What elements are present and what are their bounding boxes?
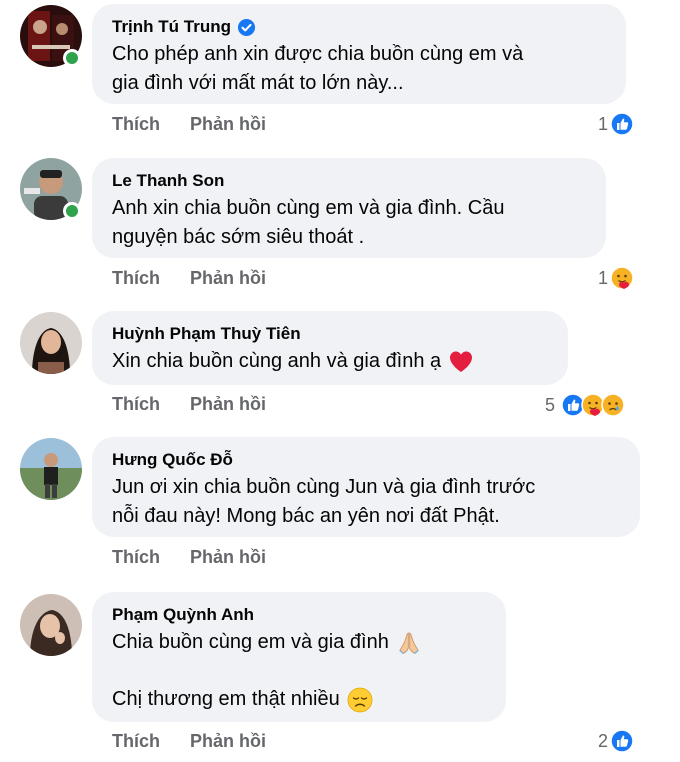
comment-actions: Thích Phản hồi <box>112 394 266 415</box>
comment-bubble: Hưng Quốc Đỗ Jun ơi xin chia buồn cùng J… <box>92 437 640 537</box>
comment-actions: Thích Phản hồi <box>112 114 266 135</box>
folded-hands-icon <box>395 629 423 657</box>
comment-text: Xin chia buồn cùng anh và gia đình ạ <box>112 347 548 376</box>
commenter-name[interactable]: Trịnh Tú Trung <box>112 16 231 38</box>
comment-bubble: Huỳnh Phạm Thuỳ Tiên Xin chia buồn cùng … <box>92 311 568 385</box>
comment-text: Jun ơi xin chia buồn cùng Jun và gia đìn… <box>112 476 536 527</box>
comment-actions: Thích Phản hồi <box>112 731 266 752</box>
reply-button[interactable]: Phản hồi <box>190 731 266 752</box>
reaction-count: 2 <box>598 730 609 751</box>
like-button[interactable]: Thích <box>112 731 160 752</box>
reaction-summary[interactable]: 2 <box>598 729 634 753</box>
verified-badge-icon <box>237 18 256 37</box>
reply-button[interactable]: Phản hồi <box>190 394 266 415</box>
reaction-count: 1 <box>598 267 609 288</box>
commenter-name[interactable]: Huỳnh Phạm Thuỳ Tiên <box>112 323 301 345</box>
reaction-summary[interactable]: 1 <box>598 112 634 136</box>
reaction-summary[interactable]: 1 <box>598 266 634 290</box>
reply-button[interactable]: Phản hồi <box>190 547 266 568</box>
commenter-name[interactable]: Le Thanh Son <box>112 170 224 192</box>
like-icon <box>610 112 634 136</box>
like-button[interactable]: Thích <box>112 114 160 135</box>
red-heart-icon <box>447 348 475 376</box>
reply-button[interactable]: Phản hồi <box>190 268 266 289</box>
comment-text: Cho phép anh xin được chia buồn cùng em … <box>112 43 524 94</box>
like-button[interactable]: Thích <box>112 547 160 568</box>
like-icon <box>610 729 634 753</box>
commenter-name[interactable]: Hưng Quốc Đỗ <box>112 449 233 471</box>
reaction-count: 1 <box>598 113 609 134</box>
reaction-summary[interactable]: 5 <box>545 393 625 417</box>
comment-actions: Thích Phản hồi <box>112 547 266 568</box>
commenter-name[interactable]: Phạm Quỳnh Anh <box>112 604 254 626</box>
comment-text: Anh xin chia buồn cùng em và gia đình. C… <box>112 197 505 248</box>
online-status-dot <box>63 49 81 67</box>
reply-button[interactable]: Phản hồi <box>190 114 266 135</box>
comment-bubble: Le Thanh Son Anh xin chia buồn cùng em v… <box>92 158 606 258</box>
sad-icon <box>601 393 625 417</box>
comment-bubble: Trịnh Tú Trung Cho phép anh xin được chi… <box>92 4 626 104</box>
online-status-dot <box>63 202 81 220</box>
care-icon <box>610 266 634 290</box>
comment-actions: Thích Phản hồi <box>112 268 266 289</box>
comment-text: Chia buồn cùng em và gia đình Chị thương… <box>112 628 486 714</box>
comment-bubble: Phạm Quỳnh Anh Chia buồn cùng em và gia … <box>92 592 506 722</box>
avatar[interactable] <box>20 438 82 500</box>
avatar[interactable] <box>20 594 82 656</box>
avatar[interactable] <box>20 312 82 374</box>
disappointed-face-icon <box>346 686 374 714</box>
reaction-count: 5 <box>545 394 556 415</box>
like-button[interactable]: Thích <box>112 394 160 415</box>
like-button[interactable]: Thích <box>112 268 160 289</box>
